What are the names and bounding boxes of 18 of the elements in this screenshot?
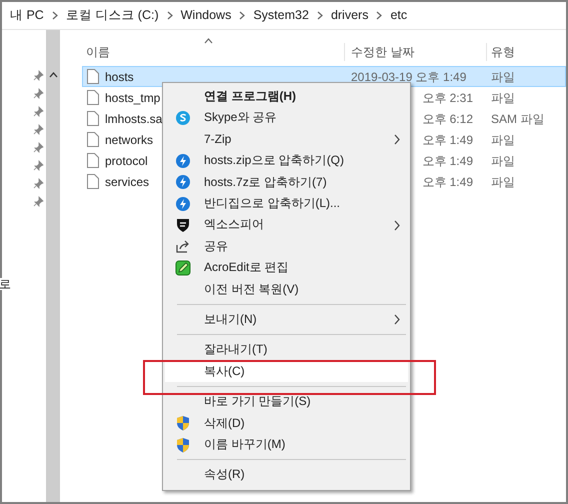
file-date: 오후 6:12 — [422, 112, 473, 126]
file-type: 파일 — [491, 154, 515, 168]
file-date: 오후 1:49 — [422, 174, 473, 188]
file-type: 파일 — [491, 132, 515, 146]
file-type: 파일 — [491, 174, 515, 188]
file-type: 파일 — [491, 90, 515, 104]
file-date: 오후 1:49 — [422, 132, 473, 146]
file-date: 오후 2:31 — [422, 90, 473, 104]
file-name: hosts — [105, 68, 134, 86]
file-date: 2019-03-19 오후 1:49 — [351, 70, 466, 84]
file-name: networks — [105, 132, 154, 148]
file-name: lmhosts.sa — [105, 110, 162, 128]
file-date: 오후 1:49 — [422, 154, 473, 168]
file-type: 파일 — [491, 70, 515, 84]
file-type: SAM 파일 — [491, 112, 544, 126]
file-name: services — [105, 174, 150, 190]
file-name: protocol — [105, 152, 148, 170]
file-name: hosts_tmp — [105, 90, 160, 106]
